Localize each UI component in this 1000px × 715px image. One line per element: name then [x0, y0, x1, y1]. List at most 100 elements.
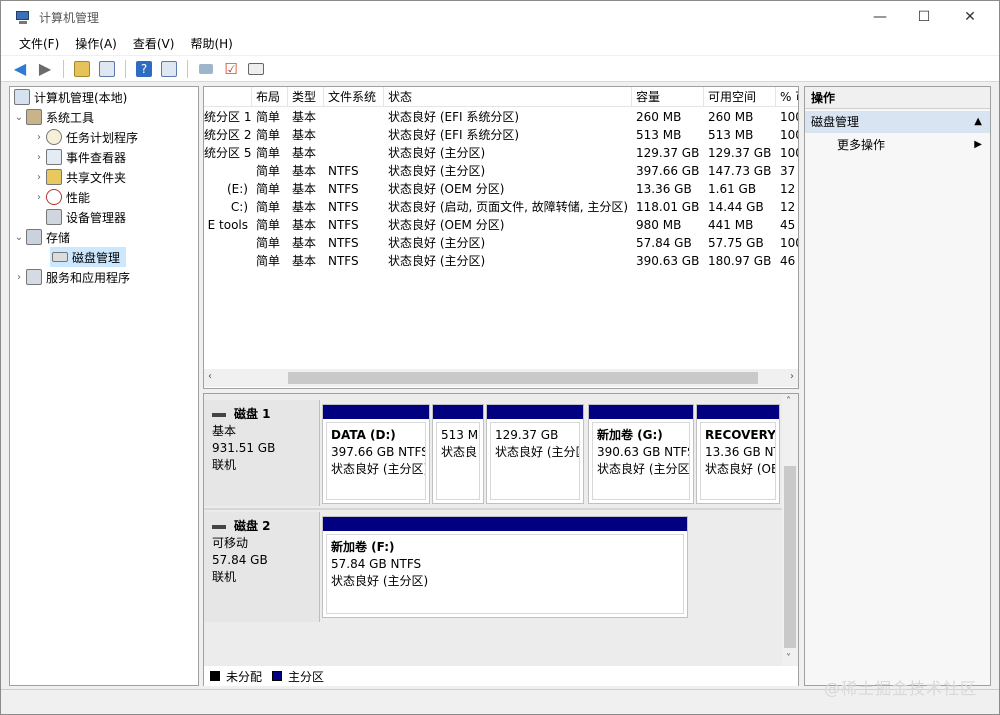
tree-item-task-scheduler[interactable]: › 任务计划程序	[32, 127, 138, 147]
partition-data-d[interactable]: DATA (D:) 397.66 GB NTFS 状态良好 (主分区)	[322, 404, 430, 504]
disk-name: 磁盘 1	[234, 407, 271, 421]
close-button[interactable]: ✕	[947, 1, 993, 33]
tree-label: 系统工具	[46, 110, 95, 125]
computer-management-window: 计算机管理 — ☐ ✕ 文件(F) 操作(A) 查看(V) 帮助(H) ◀ ▶ …	[0, 0, 1000, 715]
device-manager-icon	[46, 209, 62, 225]
table-cell: 441 MB	[708, 218, 754, 232]
up-folder-button[interactable]	[71, 58, 93, 80]
table-cell: 简单	[256, 254, 281, 268]
disk-1-label[interactable]: 磁盘 1 基本 931.51 GB 联机	[204, 400, 320, 506]
table-row[interactable]: C:) 简单 基本 NTFS 状态良好 (启动, 页面文件, 故障转储, 主分区) 118…	[204, 198, 798, 216]
table-cell: 基本	[292, 200, 317, 214]
vertical-scrollbar[interactable]: ˄ ˅	[782, 394, 798, 666]
properties-button[interactable]	[245, 58, 267, 80]
column-header-filesystem[interactable]: 文件系统	[324, 87, 384, 107]
tree-label: 服务和应用程序	[46, 270, 131, 285]
more-actions-item[interactable]: 更多操作 ▶	[805, 135, 990, 155]
show-action-pane-button[interactable]	[158, 58, 180, 80]
partition-efi[interactable]: 513 M 状态良	[432, 404, 484, 504]
clock-icon	[46, 129, 62, 145]
table-row[interactable]: 统分区 5) 简单 基本 状态良好 (主分区) 129.37 GB 129.37 GB 10…	[204, 144, 798, 162]
tree-item-device-manager[interactable]: 设备管理器	[46, 207, 126, 227]
column-header-status[interactable]: 状态	[384, 87, 632, 107]
connect-button[interactable]	[195, 58, 217, 80]
tree-item-shared-folders[interactable]: › 共享文件夹	[32, 167, 126, 187]
scroll-up-icon[interactable]: ˄	[786, 396, 791, 407]
partition-size: 397.66 GB NTFS	[331, 445, 426, 459]
console-tree: 计算机管理(本地) ⌄ 系统工具 › 任务计划程序 › 事件查看器 › 共享文件…	[9, 86, 199, 686]
table-cell: 状态良好 (EFI 系统分区)	[388, 128, 520, 142]
menu-action[interactable]: 操作(A)	[67, 33, 125, 55]
actions-section-disk-management[interactable]: 磁盘管理 ▲	[805, 111, 990, 133]
chevron-down-icon[interactable]: ⌄	[12, 232, 26, 243]
table-cell: 118.01 GB	[636, 200, 700, 214]
menu-view[interactable]: 查看(V)	[125, 33, 183, 55]
table-cell: 状态良好 (主分区)	[388, 164, 486, 178]
table-cell: 基本	[292, 128, 317, 142]
help-icon: ?	[136, 60, 152, 77]
partition-legend: 未分配 主分区	[204, 666, 798, 686]
table-cell: 基本	[292, 164, 317, 178]
column-header-volume[interactable]	[204, 87, 252, 107]
help-button[interactable]: ?	[133, 58, 155, 80]
table-row[interactable]: (E:) 简单 基本 NTFS 状态良好 (OEM 分区) 13.36 GB 1.61 GB…	[204, 180, 798, 198]
table-cell: 简单	[256, 200, 281, 214]
back-arrow-icon: ◀	[13, 59, 27, 78]
column-header-type[interactable]: 类型	[288, 87, 324, 107]
tree-item-root[interactable]: 计算机管理(本地)	[12, 87, 127, 107]
table-cell: 基本	[292, 182, 317, 196]
scroll-left-icon[interactable]: ‹	[208, 371, 212, 382]
tree-label: 任务计划程序	[66, 130, 139, 145]
vertical-scroll-thumb[interactable]	[784, 466, 796, 648]
partition-new-volume-g[interactable]: 新加卷 (G:) 390.63 GB NTFS 状态良好 (主分区)	[588, 404, 694, 504]
table-row[interactable]: 简单 基本 NTFS 状态良好 (主分区) 397.66 GB 147.73 GB 37	[204, 162, 798, 180]
scroll-right-icon[interactable]: ›	[790, 371, 794, 382]
disk-2-label[interactable]: 磁盘 2 可移动 57.84 GB 联机	[204, 512, 320, 622]
partition-129gb[interactable]: 129.37 GB 状态良好 (主分区)	[486, 404, 584, 504]
column-header-capacity[interactable]: 容量	[632, 87, 704, 107]
horizontal-scrollbar[interactable]: ‹ ›	[204, 369, 798, 387]
menu-help[interactable]: 帮助(H)	[182, 33, 240, 55]
horizontal-scroll-thumb[interactable]	[288, 372, 758, 384]
table-row[interactable]: 简单 基本 NTFS 状态良好 (主分区) 390.63 GB 180.97 GB 46	[204, 252, 798, 270]
volume-list: 布局 类型 文件系统 状态 容量 可用空间 % 可 统分区 1)简单基本状态良好…	[203, 86, 799, 389]
collapse-icon[interactable]: ▲	[974, 111, 982, 133]
back-button[interactable]: ◀	[9, 58, 31, 80]
chevron-right-icon[interactable]: ›	[32, 152, 46, 163]
tree-item-system-tools[interactable]: ⌄ 系统工具	[12, 107, 94, 127]
tools-icon	[26, 109, 42, 125]
table-cell: 57.84 GB	[636, 236, 692, 250]
table-cell	[324, 108, 384, 126]
table-cell: NTFS	[328, 218, 359, 232]
chevron-right-icon[interactable]: ›	[32, 192, 46, 203]
partition-status: 状态良好 (主分区)	[495, 445, 579, 459]
table-row[interactable]: 统分区 1) 简单基本 状态良好 (EFI 系统分区) 260 MB 260 MB 100	[204, 108, 798, 126]
table-row[interactable]: 简单基本 NTFS 状态良好 (主分区) 57.84 GB 57.75 GB 100	[204, 234, 798, 252]
table-cell: 12	[780, 182, 796, 196]
chevron-down-icon[interactable]: ⌄	[12, 112, 26, 123]
minimize-button[interactable]: —	[857, 1, 903, 33]
tree-item-disk-management[interactable]: 磁盘管理	[50, 247, 127, 267]
maximize-button[interactable]: ☐	[901, 1, 947, 33]
table-row[interactable]: E tools 简单 基本 NTFS 状态良好 (OEM 分区) 980 MB 441 MB…	[204, 216, 798, 234]
checkmark-button[interactable]: ☑	[220, 58, 242, 80]
primary-partition-swatch	[272, 671, 283, 681]
tree-item-event-viewer[interactable]: › 事件查看器	[32, 147, 126, 167]
column-header-free-space[interactable]: 可用空间	[704, 87, 776, 107]
tree-item-performance[interactable]: › 性能	[32, 187, 90, 207]
table-row[interactable]: 统分区 2) 简单基本 状态良好 (EFI 系统分区) 513 MB 513 MB 100	[204, 126, 798, 144]
forward-button[interactable]: ▶	[34, 58, 56, 80]
partition-new-volume-f[interactable]: 新加卷 (F:) 57.84 GB NTFS 状态良好 (主分区)	[322, 516, 688, 618]
chevron-right-icon[interactable]: ›	[12, 272, 26, 283]
chevron-right-icon[interactable]: ›	[32, 172, 46, 183]
tree-item-storage[interactable]: ⌄ 存储	[12, 227, 70, 247]
action-pane-icon	[161, 60, 177, 77]
scroll-down-icon[interactable]: ˅	[786, 653, 791, 664]
partition-recovery[interactable]: RECOVERY 13.36 GB NTFS 状态良好 (OEM	[696, 404, 780, 504]
tree-item-services-apps[interactable]: › 服务和应用程序	[12, 267, 130, 287]
chevron-right-icon[interactable]: ›	[32, 132, 46, 143]
show-hide-tree-button[interactable]	[96, 58, 118, 80]
column-header-layout[interactable]: 布局	[252, 87, 288, 107]
menu-file[interactable]: 文件(F)	[11, 33, 67, 55]
column-header-percent-free[interactable]: % 可	[776, 87, 798, 107]
